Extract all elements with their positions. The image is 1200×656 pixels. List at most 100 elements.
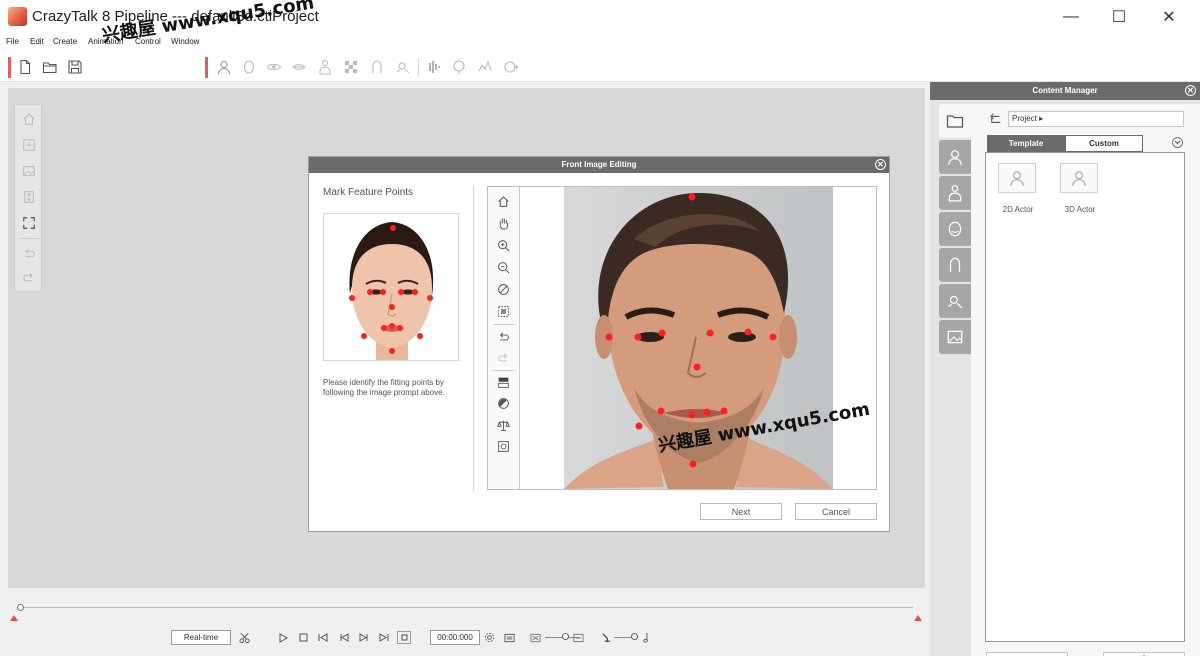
crop-image-icon[interactable] [496, 439, 510, 453]
texture-icon[interactable] [342, 58, 360, 76]
speed-slider-knob[interactable] [631, 633, 638, 640]
audio-icon[interactable] [424, 58, 442, 76]
stop-icon[interactable] [296, 631, 310, 644]
fit-height-icon[interactable] [20, 188, 38, 206]
undo-icon[interactable] [496, 330, 510, 344]
3d-actor-thumbnail [1060, 163, 1098, 193]
head-icon[interactable] [368, 58, 386, 76]
export-icon[interactable] [502, 58, 520, 76]
path-breadcrumb[interactable]: Project ▸ [1008, 111, 1184, 127]
dialog-header: Front Image Editing ✕ [309, 157, 889, 173]
maximize-button[interactable]: ☐ [1096, 0, 1142, 34]
content-manager-panel: Content Manager ✕ Project ▸ Template Cus… [930, 82, 1200, 656]
end-marker-icon[interactable] [914, 615, 922, 621]
tools-divider [19, 238, 39, 239]
reset-zoom-icon[interactable] [496, 282, 510, 296]
cm-tab-motion[interactable] [939, 284, 971, 318]
contrast-icon[interactable] [496, 396, 510, 410]
go-to-end-icon[interactable] [377, 631, 391, 644]
add-button[interactable] [1103, 652, 1185, 656]
view-tools-panel [14, 104, 42, 292]
motion-icon [947, 295, 963, 309]
head-icon [949, 257, 961, 272]
redo-icon[interactable] [496, 351, 510, 365]
loop-toggle-icon[interactable] [397, 631, 411, 644]
content-manager-close-icon[interactable]: ✕ [1185, 85, 1196, 96]
audio-mute-icon[interactable] [528, 631, 542, 644]
undo-icon[interactable] [20, 245, 38, 263]
cm-tab-body[interactable] [939, 176, 971, 210]
mark-feature-points-title: Mark Feature Points [323, 187, 414, 198]
volume-icon[interactable] [571, 631, 585, 644]
fullscreen-icon[interactable] [20, 214, 38, 232]
open-folder-icon[interactable] [41, 58, 59, 76]
motion-icon[interactable] [394, 58, 412, 76]
cm-tab-actor[interactable] [939, 140, 971, 174]
main-toolbar [0, 52, 1200, 82]
toolbar-divider [8, 57, 11, 78]
app-logo-icon [8, 7, 27, 26]
menu-file[interactable]: File [6, 37, 19, 46]
cm-tab-folder[interactable] [939, 104, 971, 138]
home-view-icon[interactable] [20, 110, 38, 128]
zoom-out-icon[interactable] [496, 260, 510, 274]
dialog-close-icon[interactable]: ✕ [875, 159, 886, 170]
fit-image-icon[interactable] [20, 162, 38, 180]
cm-tab-image[interactable] [939, 320, 971, 354]
actor-icon[interactable] [215, 58, 233, 76]
zoom-in-icon[interactable] [496, 238, 510, 252]
realtime-button[interactable]: Real-time [171, 630, 231, 645]
timeline-bar: Real-time 00:00:000 [0, 595, 928, 656]
speed-icon[interactable] [599, 631, 613, 644]
script-icon[interactable] [450, 58, 468, 76]
next-button[interactable]: Next [700, 503, 782, 520]
start-marker-icon[interactable] [10, 615, 18, 621]
minimize-button[interactable]: — [1048, 0, 1094, 34]
body-icon[interactable] [316, 58, 334, 76]
volume-slider-knob[interactable] [562, 633, 569, 640]
home-icon[interactable] [496, 194, 510, 208]
tab-template[interactable]: Template [987, 135, 1065, 152]
cm-tab-face[interactable] [939, 212, 971, 246]
next-frame-icon[interactable] [357, 631, 371, 644]
menu-window[interactable]: Window [171, 37, 199, 46]
levels-icon[interactable] [496, 375, 510, 389]
chevron-down-icon[interactable] [1172, 137, 1183, 148]
face-fitting-icon[interactable] [240, 58, 258, 76]
timeline-playhead[interactable] [17, 604, 24, 611]
keyframe-editor-icon[interactable] [502, 631, 516, 644]
download-button[interactable] [986, 652, 1068, 656]
list-item[interactable]: 2D Actor [998, 163, 1038, 214]
new-file-icon[interactable] [16, 58, 34, 76]
music-note-icon[interactable] [639, 631, 653, 644]
save-icon[interactable] [66, 58, 84, 76]
cancel-button[interactable]: Cancel [795, 503, 877, 520]
timecode-display[interactable]: 00:00:000 [430, 630, 480, 645]
menu-edit[interactable]: Edit [30, 37, 44, 46]
go-to-start-icon[interactable] [316, 631, 330, 644]
mouth-icon[interactable] [290, 58, 308, 76]
cm-tab-head[interactable] [939, 248, 971, 282]
puppet-icon[interactable] [476, 58, 494, 76]
instruction-text: Please identify the fitting points by fo… [323, 378, 445, 397]
pane-divider [473, 185, 474, 491]
menu-create[interactable]: Create [53, 37, 77, 46]
scissors-icon[interactable] [238, 631, 252, 644]
play-icon[interactable] [276, 631, 290, 644]
close-window-button[interactable]: ✕ [1146, 0, 1192, 34]
list-item[interactable]: 3D Actor [1060, 163, 1100, 214]
tab-custom[interactable]: Custom [1065, 135, 1143, 152]
redo-icon[interactable] [20, 269, 38, 287]
balance-icon[interactable] [496, 418, 510, 432]
content-manager-body: Project ▸ Template Custom 2D Actor 3D Ac… [971, 104, 1200, 656]
body-icon [948, 185, 962, 202]
previous-frame-icon[interactable] [337, 631, 351, 644]
back-arrow-icon[interactable] [989, 113, 1003, 128]
eye-icon[interactable] [265, 58, 283, 76]
zoom-region-icon[interactable] [20, 136, 38, 154]
toolbar-divider [418, 58, 419, 77]
pan-hand-icon[interactable] [496, 216, 510, 230]
timecode-settings-icon[interactable] [482, 631, 496, 644]
timeline-track[interactable] [20, 607, 913, 608]
fit-selection-icon[interactable] [496, 304, 510, 318]
